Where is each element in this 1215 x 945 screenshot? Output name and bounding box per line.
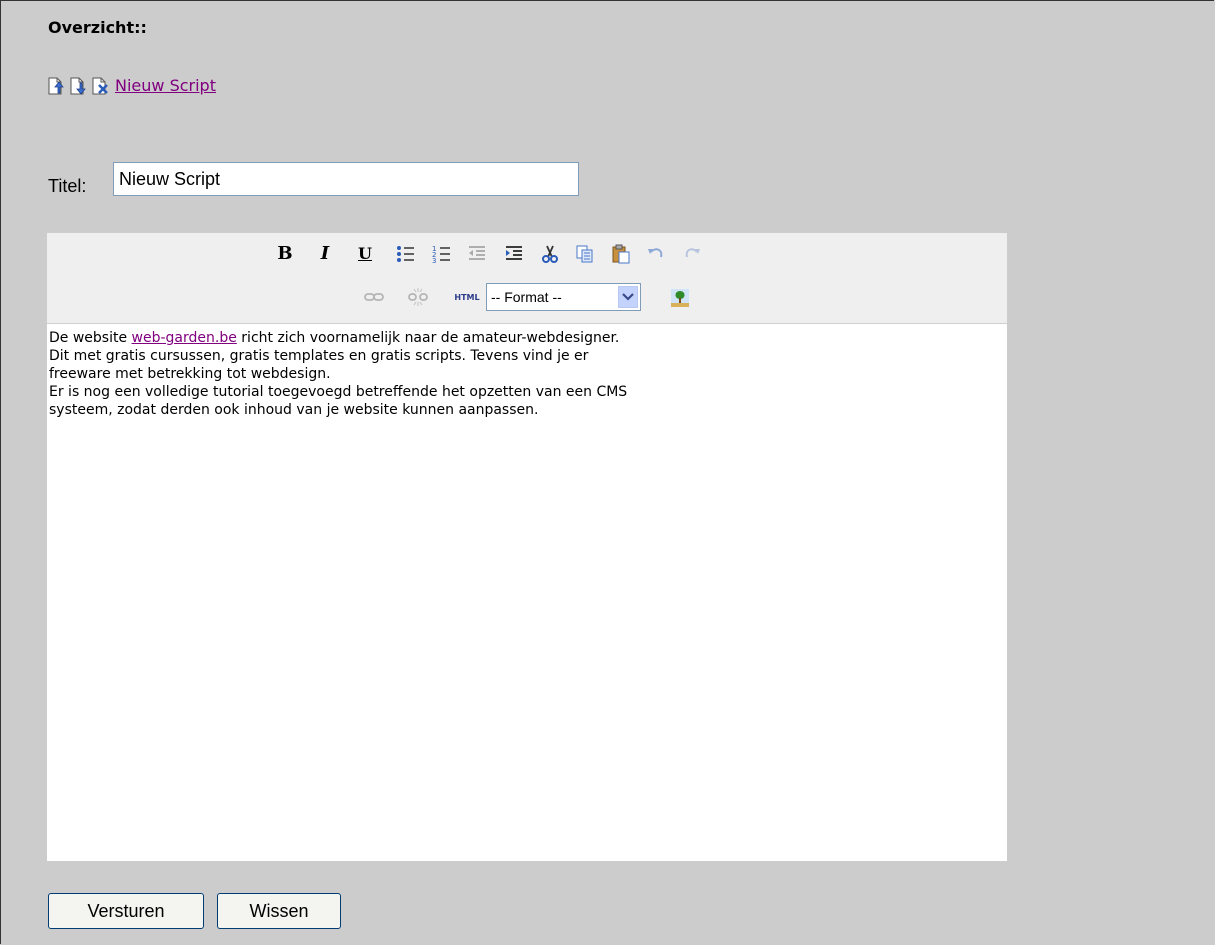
page-down-icon[interactable] xyxy=(69,77,87,95)
title-label: Titel: xyxy=(48,176,87,196)
copy-icon[interactable] xyxy=(574,243,596,265)
image-icon[interactable] xyxy=(669,287,691,309)
editor-content[interactable]: De website web-garden.be richt zich voor… xyxy=(49,329,979,419)
format-select[interactable]: -- Format -- xyxy=(486,283,641,311)
content-line: De website web-garden.be richt zich voor… xyxy=(49,329,979,347)
editor-toolbar: B I U 1 2 3 HTML -- Format -- xyxy=(47,233,1007,324)
link-icon[interactable] xyxy=(363,286,385,308)
content-line: systeem, zodat derden ook inhoud van je … xyxy=(49,402,539,418)
rich-text-editor: B I U 1 2 3 HTML -- Format -- De website… xyxy=(47,233,1007,861)
page-up-icon[interactable] xyxy=(47,77,65,95)
content-text: De website xyxy=(49,330,132,346)
bold-button[interactable]: B xyxy=(274,242,296,264)
numbered-list-icon[interactable]: 1 2 3 xyxy=(431,243,453,265)
page-title: Overzicht:: xyxy=(48,18,147,37)
new-script-link[interactable]: Nieuw Script xyxy=(115,76,216,95)
undo-icon[interactable] xyxy=(645,243,667,265)
content-line: freeware met betrekking tot webdesign. xyxy=(49,366,331,382)
content-text: richt zich voornamelijk naar de amateur-… xyxy=(236,330,620,346)
svg-text:3: 3 xyxy=(432,257,436,264)
indent-icon[interactable] xyxy=(503,243,525,265)
clear-button[interactable]: Wissen xyxy=(217,893,341,929)
unlink-icon[interactable] xyxy=(407,286,429,308)
submit-button[interactable]: Versturen xyxy=(48,893,204,929)
content-line: Dit met gratis cursussen, gratis templat… xyxy=(49,348,589,364)
content-line: Er is nog een volledige tutorial toegevo… xyxy=(49,384,628,400)
paste-icon[interactable] xyxy=(610,243,632,265)
underline-button[interactable]: U xyxy=(354,242,376,264)
format-selected-value: -- Format -- xyxy=(491,289,562,305)
redo-icon[interactable] xyxy=(681,243,703,265)
bullet-list-icon[interactable] xyxy=(395,243,417,265)
italic-button[interactable]: I xyxy=(314,242,336,264)
action-row: Nieuw Script xyxy=(47,76,216,95)
page-delete-icon[interactable] xyxy=(91,77,109,95)
title-input[interactable] xyxy=(113,162,579,196)
chevron-down-icon[interactable] xyxy=(618,286,638,308)
web-garden-link[interactable]: web-garden.be xyxy=(132,330,237,346)
outdent-icon[interactable] xyxy=(466,243,488,265)
html-button[interactable]: HTML xyxy=(453,286,481,308)
cut-icon[interactable] xyxy=(539,243,561,265)
